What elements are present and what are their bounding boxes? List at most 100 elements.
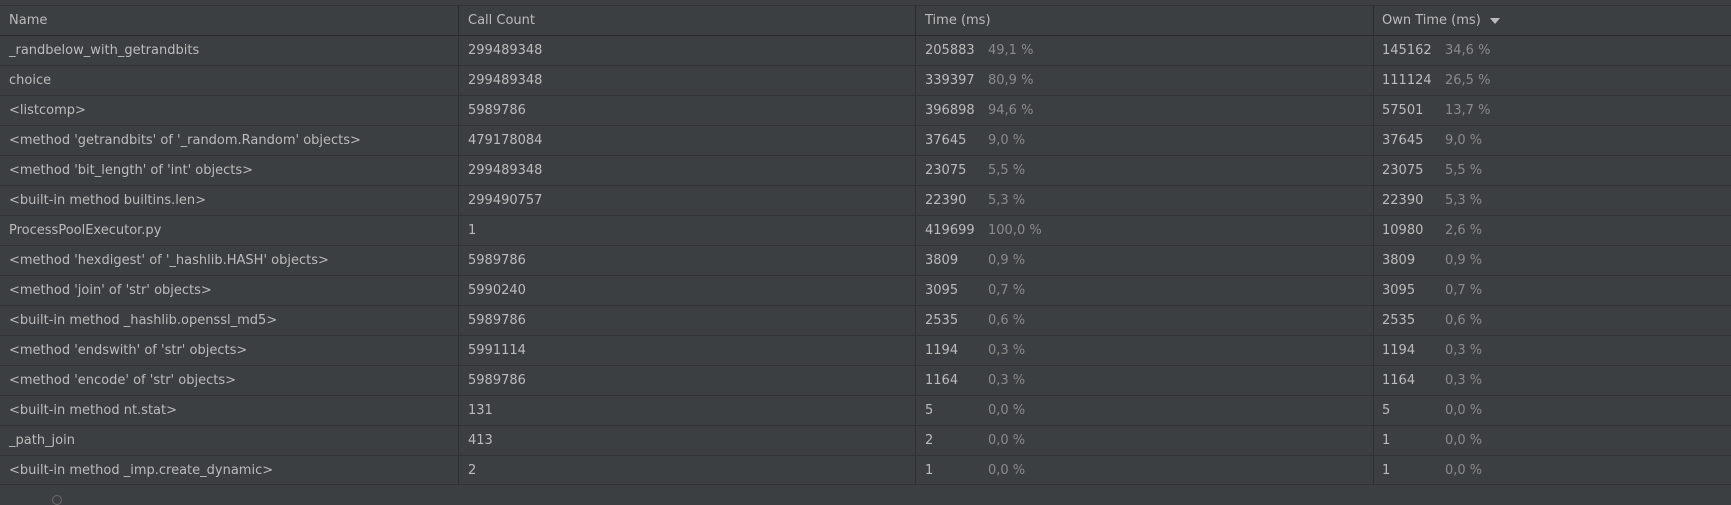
cell-call-count: 299489348 <box>459 36 916 65</box>
own-time-value: 111124 <box>1382 73 1432 88</box>
cell-time: 37645 9,0 % <box>916 126 1374 155</box>
call-count-value: 5991114 <box>468 343 526 358</box>
cell-name: <method 'getrandbits' of '_random.Random… <box>0 126 459 155</box>
cell-call-count: 413 <box>459 426 916 455</box>
cell-call-count: 299490757 <box>459 186 916 215</box>
table-row[interactable]: <method 'encode' of 'str' objects> 598978… <box>0 366 1731 396</box>
time-value: 2535 <box>925 313 959 328</box>
call-count-value: 5989786 <box>468 103 526 118</box>
call-count-value: 5990240 <box>468 283 526 298</box>
time-percent: 0,7 % <box>988 283 1026 298</box>
function-name: <method 'bit_length' of 'int' objects> <box>9 163 254 178</box>
cell-call-count: 1 <box>459 216 916 245</box>
column-header-own-time-label: Own Time (ms) <box>1382 13 1481 28</box>
call-count-value: 5989786 <box>468 313 526 328</box>
table-row[interactable]: <method 'endswith' of 'str' objects> 5991… <box>0 336 1731 366</box>
cell-time: 1194 0,3 % <box>916 336 1374 365</box>
table-row[interactable]: <built-in method _imp.create_dynamic> 2 1 0… <box>0 456 1731 486</box>
cell-time: 339397 80,9 % <box>916 66 1374 95</box>
function-name: <method 'getrandbits' of '_random.Random… <box>9 133 361 148</box>
cell-name: _path_join <box>0 426 459 455</box>
own-time-percent: 0,7 % <box>1445 283 1483 298</box>
column-header-name[interactable]: Name <box>0 6 459 35</box>
table-row[interactable]: <built-in method _hashlib.openssl_md5> 59… <box>0 306 1731 336</box>
time-value: 5 <box>925 403 934 418</box>
table-row[interactable]: <built-in method nt.stat> 131 5 0,0 % 5 0,0 % <box>0 396 1731 426</box>
own-time-percent: 5,5 % <box>1445 163 1483 178</box>
time-value: 1 <box>925 463 934 478</box>
cell-call-count: 5989786 <box>459 366 916 395</box>
cell-time: 2535 0,6 % <box>916 306 1374 335</box>
table-row[interactable]: <listcomp> 5989786 396898 94,6 % 57501 13,7 % <box>0 96 1731 126</box>
cell-name: <built-in method _imp.create_dynamic> <box>0 456 459 485</box>
cell-own-time: 1194 0,3 % <box>1374 336 1731 365</box>
table-row[interactable]: <method 'getrandbits' of '_random.Random… <box>0 126 1731 156</box>
time-percent: 80,9 % <box>988 73 1034 88</box>
cell-time: 1 0,0 % <box>916 456 1374 485</box>
function-name: <listcomp> <box>9 103 86 118</box>
call-count-value: 299489348 <box>468 163 543 178</box>
column-header-own-time[interactable]: Own Time (ms) <box>1374 6 1731 35</box>
cell-name: <method 'endswith' of 'str' objects> <box>0 336 459 365</box>
cell-call-count: 5989786 <box>459 96 916 125</box>
cell-own-time: 145162 34,6 % <box>1374 36 1731 65</box>
table-row[interactable]: <method 'join' of 'str' objects> 5990240 3… <box>0 276 1731 306</box>
function-name: <method 'encode' of 'str' objects> <box>9 373 236 388</box>
table-row[interactable]: <method 'hexdigest' of '_hashlib.HASH' o… <box>0 246 1731 276</box>
function-name: ProcessPoolExecutor.py <box>9 223 162 238</box>
call-count-value: 299490757 <box>468 193 543 208</box>
cell-name: <built-in method builtins.len> <box>0 186 459 215</box>
cell-name: <listcomp> <box>0 96 459 125</box>
own-time-value: 1164 <box>1382 373 1416 388</box>
time-value: 419699 <box>925 223 975 238</box>
cell-time: 2 0,0 % <box>916 426 1374 455</box>
cell-own-time: 2535 0,6 % <box>1374 306 1731 335</box>
time-value: 205883 <box>925 43 975 58</box>
time-value: 339397 <box>925 73 975 88</box>
table-row[interactable]: <method 'bit_length' of 'int' objects> 29… <box>0 156 1731 186</box>
cell-time: 3095 0,7 % <box>916 276 1374 305</box>
column-header-time-label: Time (ms) <box>925 13 991 28</box>
cell-own-time: 1 0,0 % <box>1374 426 1731 455</box>
cell-own-time: 3809 0,9 % <box>1374 246 1731 275</box>
function-name: <built-in method builtins.len> <box>9 193 207 208</box>
function-name: <built-in method _imp.create_dynamic> <box>9 463 274 478</box>
cell-time: 396898 94,6 % <box>916 96 1374 125</box>
cell-own-time: 1164 0,3 % <box>1374 366 1731 395</box>
cell-time: 22390 5,3 % <box>916 186 1374 215</box>
table-row[interactable]: _randbelow_with_getrandbits 299489348 2058… <box>0 36 1731 66</box>
table-row[interactable]: _path_join 413 2 0,0 % 1 0,0 % <box>0 426 1731 456</box>
time-percent: 100,0 % <box>988 223 1042 238</box>
call-count-value: 1 <box>468 223 477 238</box>
call-count-value: 5989786 <box>468 253 526 268</box>
own-time-percent: 34,6 % <box>1445 43 1491 58</box>
cell-call-count: 5989786 <box>459 246 916 275</box>
own-time-percent: 0,3 % <box>1445 343 1483 358</box>
column-header-time[interactable]: Time (ms) <box>916 6 1374 35</box>
call-count-value: 299489348 <box>468 43 543 58</box>
time-value: 2 <box>925 433 934 448</box>
sort-descending-icon[interactable] <box>1489 18 1500 24</box>
time-value: 3809 <box>925 253 959 268</box>
time-percent: 0,0 % <box>988 433 1026 448</box>
own-time-percent: 0,6 % <box>1445 313 1483 328</box>
cell-call-count: 479178084 <box>459 126 916 155</box>
cell-time: 3809 0,9 % <box>916 246 1374 275</box>
function-name: _path_join <box>9 433 75 448</box>
own-time-percent: 0,0 % <box>1445 433 1483 448</box>
cell-own-time: 37645 9,0 % <box>1374 126 1731 155</box>
time-percent: 0,0 % <box>988 403 1026 418</box>
cell-call-count: 5989786 <box>459 306 916 335</box>
function-name: <method 'join' of 'str' objects> <box>9 283 212 298</box>
call-count-value: 413 <box>468 433 493 448</box>
time-percent: 0,6 % <box>988 313 1026 328</box>
time-percent: 94,6 % <box>988 103 1034 118</box>
call-count-value: 299489348 <box>468 73 543 88</box>
table-row[interactable]: <built-in method builtins.len> 299490757 2… <box>0 186 1731 216</box>
cell-own-time: 111124 26,5 % <box>1374 66 1731 95</box>
column-header-call-count[interactable]: Call Count <box>459 6 916 35</box>
table-row[interactable]: ProcessPoolExecutor.py 1 419699 100,0 % 1098… <box>0 216 1731 246</box>
cell-own-time: 22390 5,3 % <box>1374 186 1731 215</box>
table-row[interactable]: choice 299489348 339397 80,9 % 111124 26,5 % <box>0 66 1731 96</box>
own-time-value: 37645 <box>1382 133 1424 148</box>
